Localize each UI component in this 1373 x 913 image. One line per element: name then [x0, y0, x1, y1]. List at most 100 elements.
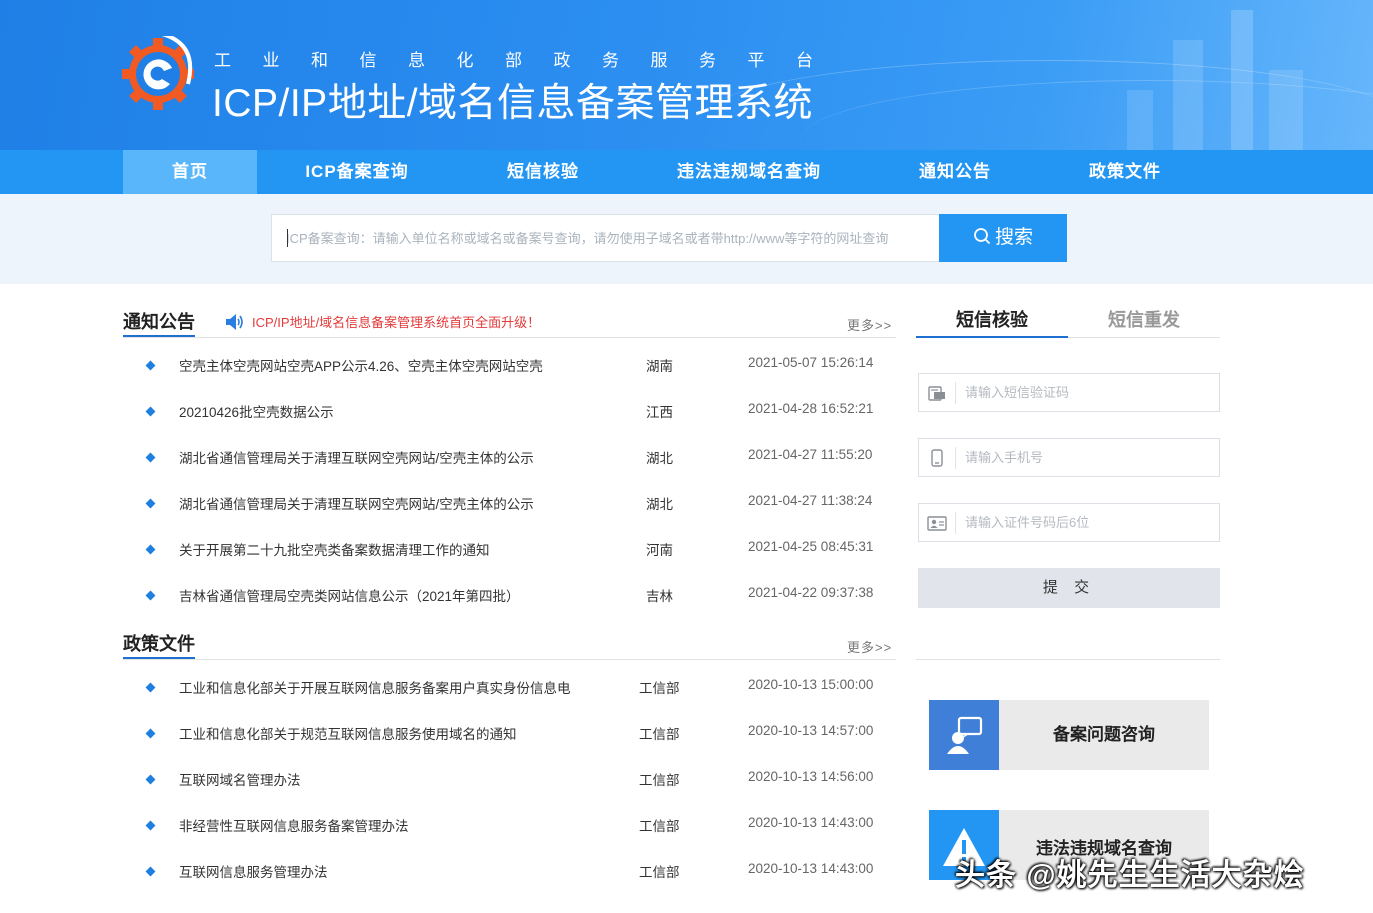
- notice-row-time: 2021-05-07 15:26:14: [748, 355, 874, 370]
- policy-row-time: 2020-10-13 15:00:00: [748, 677, 874, 692]
- bullet-icon: [145, 590, 156, 601]
- nav-item-notices[interactable]: 通知公告: [895, 150, 1015, 194]
- submit-button[interactable]: 提 交: [918, 568, 1220, 608]
- sms-icon: [928, 386, 945, 401]
- notice-row-region: 湖北: [646, 451, 673, 466]
- bullet-icon: [145, 820, 156, 831]
- nav-item-home[interactable]: 首页: [123, 150, 257, 194]
- field-separator: [955, 512, 956, 534]
- policy-row[interactable]: 互联网信息服务管理办法 工信部 2020-10-13 14:43:00: [123, 847, 898, 893]
- bullet-icon: [145, 682, 156, 693]
- notice-banner[interactable]: ICP/IP地址/域名信息备案管理系统首页全面升级！: [224, 312, 540, 334]
- notice-row[interactable]: 湖北省通信管理局关于清理互联网空壳网站/空壳主体的公示 湖北 2021-04-2…: [123, 479, 898, 525]
- bullet-icon: [145, 452, 156, 463]
- header-building-decoration: [1173, 40, 1203, 150]
- search-input[interactable]: [272, 215, 939, 261]
- page-title: ICP/IP地址/域名信息备案管理系统: [212, 82, 814, 125]
- sms-code-input[interactable]: [965, 374, 1215, 411]
- notice-row-time: 2021-04-28 16:52:21: [748, 401, 874, 416]
- search-icon: [974, 228, 991, 245]
- speaker-icon: [226, 314, 243, 330]
- notices-title: 通知公告: [123, 312, 195, 332]
- bullet-icon: [145, 774, 156, 785]
- bullet-icon: [145, 544, 156, 555]
- notice-row[interactable]: 20210426批空壳数据公示 江西 2021-04-28 16:52:21: [123, 387, 898, 433]
- notice-row-region: 湖北: [646, 497, 673, 512]
- nav-item-sms-verify[interactable]: 短信核验: [483, 150, 603, 194]
- main-nav: 首页 ICP备案查询 短信核验 违法违规域名查询 通知公告 政策文件: [0, 150, 1373, 194]
- miit-logo-icon: [122, 36, 194, 110]
- policies-title: 政策文件: [123, 634, 195, 654]
- sms-code-field: [918, 373, 1220, 412]
- nav-item-illegal-domain[interactable]: 违法违规域名查询: [664, 150, 834, 194]
- policy-row[interactable]: 工业和信息化部关于开展互联网信息服务备案用户真实身份信息电 工信部 2020-1…: [123, 663, 898, 709]
- divider: [916, 659, 1220, 660]
- notice-row-title[interactable]: 吉林省通信管理局空壳类网站信息公示（2021年第四批）: [179, 585, 520, 605]
- notice-row[interactable]: 空壳主体空壳网站空壳APP公示4.26、空壳主体空壳网站空壳 湖南 2021-0…: [123, 341, 898, 387]
- policy-row-title[interactable]: 互联网域名管理办法: [179, 769, 301, 789]
- phone-field: [918, 438, 1220, 477]
- consult-icon: [929, 700, 999, 770]
- notices-more-link[interactable]: 更多>>: [847, 315, 892, 334]
- tab-active-underline: [916, 336, 1068, 338]
- tab-sms-verify[interactable]: 短信核验: [916, 306, 1068, 336]
- id-card-icon: [927, 516, 947, 531]
- nav-item-policies[interactable]: 政策文件: [1065, 150, 1185, 194]
- consult-card-label: 备案问题咨询: [1053, 725, 1155, 744]
- bullet-icon: [145, 360, 156, 371]
- policy-row-source: 工信部: [639, 727, 680, 742]
- divider: [123, 337, 896, 338]
- policy-row-source: 工信部: [639, 681, 680, 696]
- watermark-text: 头条 @姚先生生活大杂烩: [955, 859, 1305, 892]
- search-button[interactable]: 搜索: [939, 214, 1067, 262]
- policy-row-title[interactable]: 互联网信息服务管理办法: [179, 861, 328, 881]
- policy-row-source: 工信部: [639, 819, 680, 834]
- notice-row-title[interactable]: 关于开展第二十九批空壳类备案数据清理工作的通知: [179, 539, 490, 559]
- notice-row-title[interactable]: 湖北省通信管理局关于清理互联网空壳网站/空壳主体的公示: [179, 447, 534, 467]
- policy-row-time: 2020-10-13 14:56:00: [748, 769, 874, 784]
- bullet-icon: [145, 498, 156, 509]
- policies-more-link[interactable]: 更多>>: [847, 637, 892, 656]
- notice-row-title[interactable]: 20210426批空壳数据公示: [179, 401, 334, 421]
- policy-row-title[interactable]: 非经营性互联网信息服务备案管理办法: [179, 815, 409, 835]
- header-subtitle: 工业和信息化部政务服务平台: [214, 51, 845, 70]
- bullet-icon: [145, 406, 156, 417]
- policy-row-source: 工信部: [639, 865, 680, 880]
- notice-row-region: 吉林: [646, 589, 673, 604]
- notice-row[interactable]: 关于开展第二十九批空壳类备案数据清理工作的通知 河南 2021-04-25 08…: [123, 525, 898, 571]
- id-number-input[interactable]: [965, 504, 1215, 541]
- header-building-decoration: [1231, 10, 1253, 150]
- bullet-icon: [145, 728, 156, 739]
- notice-banner-text: ICP/IP地址/域名信息备案管理系统首页全面升级！: [252, 315, 541, 330]
- notice-row-time: 2021-04-25 08:45:31: [748, 539, 874, 554]
- text-caret: [287, 229, 288, 247]
- policy-row-title[interactable]: 工业和信息化部关于开展互联网信息服务备案用户真实身份信息电: [179, 677, 571, 697]
- field-separator: [955, 447, 956, 469]
- consult-card[interactable]: 备案问题咨询: [929, 700, 1209, 770]
- site-header: 工业和信息化部政务服务平台 ICP/IP地址/域名信息备案管理系统: [0, 0, 1373, 150]
- field-separator: [955, 382, 956, 404]
- nav-item-icp-query[interactable]: ICP备案查询: [287, 150, 427, 194]
- id-number-field: [918, 503, 1220, 542]
- search-box: [271, 214, 939, 262]
- policy-row-time: 2020-10-13 14:57:00: [748, 723, 874, 738]
- notice-row-title[interactable]: 空壳主体空壳网站空壳APP公示4.26、空壳主体空壳网站空壳: [179, 355, 543, 375]
- phone-icon: [931, 449, 943, 467]
- notice-row-title[interactable]: 湖北省通信管理局关于清理互联网空壳网站/空壳主体的公示: [179, 493, 534, 513]
- divider: [123, 659, 896, 660]
- policy-row-title[interactable]: 工业和信息化部关于规范互联网信息服务使用域名的通知: [179, 723, 517, 743]
- policy-row[interactable]: 非经营性互联网信息服务备案管理办法 工信部 2020-10-13 14:43:0…: [123, 801, 898, 847]
- notice-row[interactable]: 吉林省通信管理局空壳类网站信息公示（2021年第四批） 吉林 2021-04-2…: [123, 571, 898, 617]
- policy-row[interactable]: 工业和信息化部关于规范互联网信息服务使用域名的通知 工信部 2020-10-13…: [123, 709, 898, 755]
- policy-row-source: 工信部: [639, 773, 680, 788]
- notice-row[interactable]: 湖北省通信管理局关于清理互联网空壳网站/空壳主体的公示 湖北 2021-04-2…: [123, 433, 898, 479]
- notice-row-time: 2021-04-22 09:37:38: [748, 585, 874, 600]
- header-building-decoration: [1127, 90, 1153, 150]
- bullet-icon: [145, 866, 156, 877]
- phone-input[interactable]: [965, 439, 1215, 476]
- tab-sms-resend[interactable]: 短信重发: [1068, 306, 1220, 336]
- policy-row[interactable]: 互联网域名管理办法 工信部 2020-10-13 14:56:00: [123, 755, 898, 801]
- search-button-label: 搜索: [994, 227, 1033, 248]
- policy-row-time: 2020-10-13 14:43:00: [748, 815, 874, 830]
- notice-row-region: 江西: [646, 405, 673, 420]
